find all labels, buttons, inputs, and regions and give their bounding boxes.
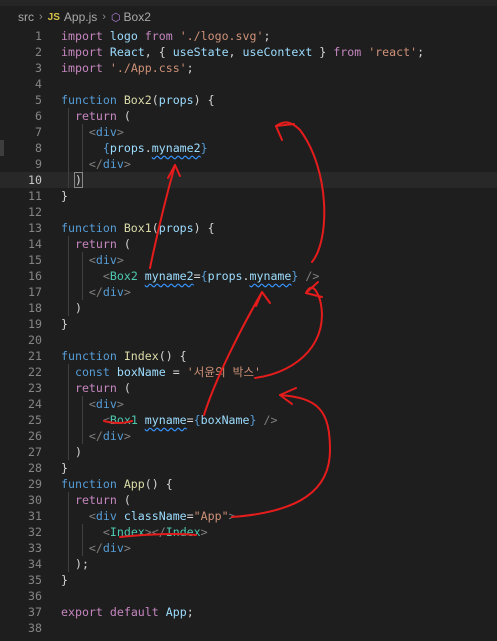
code-line: 33 </div> <box>28 541 131 555</box>
code-line: 7 <div> <box>35 125 124 139</box>
code-line: 27 ) <box>28 445 82 459</box>
code-line: 20 <box>28 333 42 347</box>
code-line: 28} <box>28 461 68 475</box>
chevron-right-icon: › <box>102 11 106 23</box>
code-line: 9 </div> <box>35 157 131 171</box>
code-line: 23 return ( <box>28 381 131 395</box>
code-line: 30 return ( <box>28 493 131 507</box>
js-file-icon: JS <box>47 11 60 23</box>
code-line: 31 <div className="App"> <box>28 509 236 523</box>
indent-guide <box>68 108 69 188</box>
code-line: 12 <box>28 205 42 219</box>
breadcrumb-file[interactable]: App.js <box>64 10 97 24</box>
code-line: 15 <div> <box>28 253 124 267</box>
code-line: 36 <box>28 589 42 603</box>
code-line: 22 const boxName = '서윤의 박스' <box>28 365 261 379</box>
indent-guide <box>68 492 69 572</box>
code-line: 13 function Box1(props) { <box>28 221 215 235</box>
code-line: 35} <box>28 573 68 587</box>
code-line: 2 import React, { useState, useContext } … <box>35 45 425 59</box>
indent-guide <box>82 524 83 556</box>
code-line: 11} <box>28 189 68 203</box>
indent-guide <box>68 236 69 316</box>
code-line: 16 <Box2 myname2={props.myname} /> <box>28 269 320 283</box>
breadcrumb-folder[interactable]: src <box>18 10 34 24</box>
code-line: 3 import './App.css'; <box>35 61 194 75</box>
code-line: 5 function Box2(props) { <box>35 93 215 107</box>
indent-guide <box>82 124 83 172</box>
breadcrumb: src › JS App.js › ⬡ Box2 <box>0 6 497 28</box>
cube-icon: ⬡ <box>110 11 121 24</box>
code-line: 26 </div> <box>28 429 131 443</box>
code-line: 19} <box>28 317 68 331</box>
code-line: 8 {props.myname2} <box>0 140 497 156</box>
breadcrumb-symbol[interactable]: Box2 <box>124 10 151 24</box>
code-line: 1 import logo from './logo.svg'; <box>35 29 271 43</box>
code-line: 18 ) <box>28 301 82 315</box>
code-line-current: 10 ) <box>0 172 497 188</box>
code-line: 37 export default App; <box>28 605 194 619</box>
code-line: 4 <box>35 77 42 91</box>
chevron-right-icon: › <box>39 11 43 23</box>
code-line: 21 function Index() { <box>28 349 187 363</box>
code-line: 6 return ( <box>35 109 131 123</box>
indent-guide <box>82 252 83 300</box>
indent-guide <box>82 396 83 444</box>
code-line: 17 </div> <box>28 285 131 299</box>
code-line: 38 <box>28 621 42 635</box>
indent-guide <box>68 364 69 460</box>
code-line: 14 return ( <box>28 237 131 251</box>
code-line: 32 <Index></Index> <box>28 525 208 539</box>
code-line: 24 <div> <box>28 397 124 411</box>
code-editor[interactable]: 1 import logo from './logo.svg'; 2 import … <box>0 28 497 641</box>
code-line: 29 function App() { <box>28 477 173 491</box>
code-line: 25 <Box1 myname={boxName} /> <box>28 413 278 427</box>
code-line: 34 ); <box>28 557 89 571</box>
